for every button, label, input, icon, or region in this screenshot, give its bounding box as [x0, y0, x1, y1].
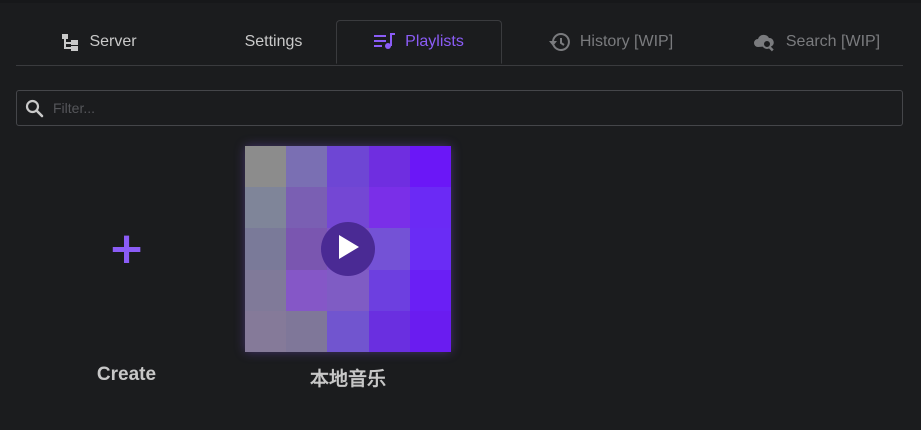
cover-tile [409, 146, 451, 188]
filter-input[interactable] [53, 91, 883, 125]
cover-tile [286, 146, 328, 188]
cover-tile [368, 187, 410, 229]
play-button[interactable] [321, 222, 375, 276]
server-tree-icon [60, 32, 80, 52]
play-icon [335, 233, 361, 266]
tab-playlists[interactable]: Playlists [336, 20, 502, 64]
playlist-name: 本地音乐 [309, 369, 386, 390]
create-playlist-button[interactable]: + [24, 146, 229, 352]
cover-tile [245, 228, 287, 270]
tab-settings-label: Settings [244, 33, 303, 50]
cover-tile [286, 310, 328, 352]
cover-tile [368, 269, 410, 311]
create-label: Create [96, 364, 157, 385]
cover-tile [368, 310, 410, 352]
tab-search[interactable]: Search [WIP] [730, 20, 903, 64]
search-icon [25, 99, 45, 124]
cover-tile [245, 310, 287, 352]
cover-tile [327, 146, 369, 188]
cover-tile [409, 269, 451, 311]
tab-bar: Server Settings Playlists History [WIP] … [16, 20, 903, 66]
tab-history-label: History [WIP] [579, 33, 674, 50]
cover-tile [286, 269, 328, 311]
tab-playlists-label: Playlists [405, 33, 464, 50]
tab-search-label: Search [WIP] [785, 33, 881, 50]
history-icon [548, 32, 571, 52]
tab-server[interactable]: Server [16, 20, 181, 64]
cover-tile [409, 228, 451, 270]
tab-server-label: Server [89, 33, 137, 50]
cover-tile [245, 146, 287, 188]
cover-tile [368, 146, 410, 188]
tab-history[interactable]: History [WIP] [526, 20, 696, 64]
cover-tile [327, 310, 369, 352]
window-top-border [0, 0, 921, 3]
cover-tile [286, 187, 328, 229]
playlist-music-icon [374, 33, 396, 51]
cover-tile [409, 187, 451, 229]
cover-tile [409, 310, 451, 352]
cover-tile [245, 269, 287, 311]
filter-field [16, 90, 903, 126]
cover-tile [245, 187, 287, 229]
plus-icon: + [108, 223, 145, 274]
cloud-search-icon [753, 32, 777, 52]
